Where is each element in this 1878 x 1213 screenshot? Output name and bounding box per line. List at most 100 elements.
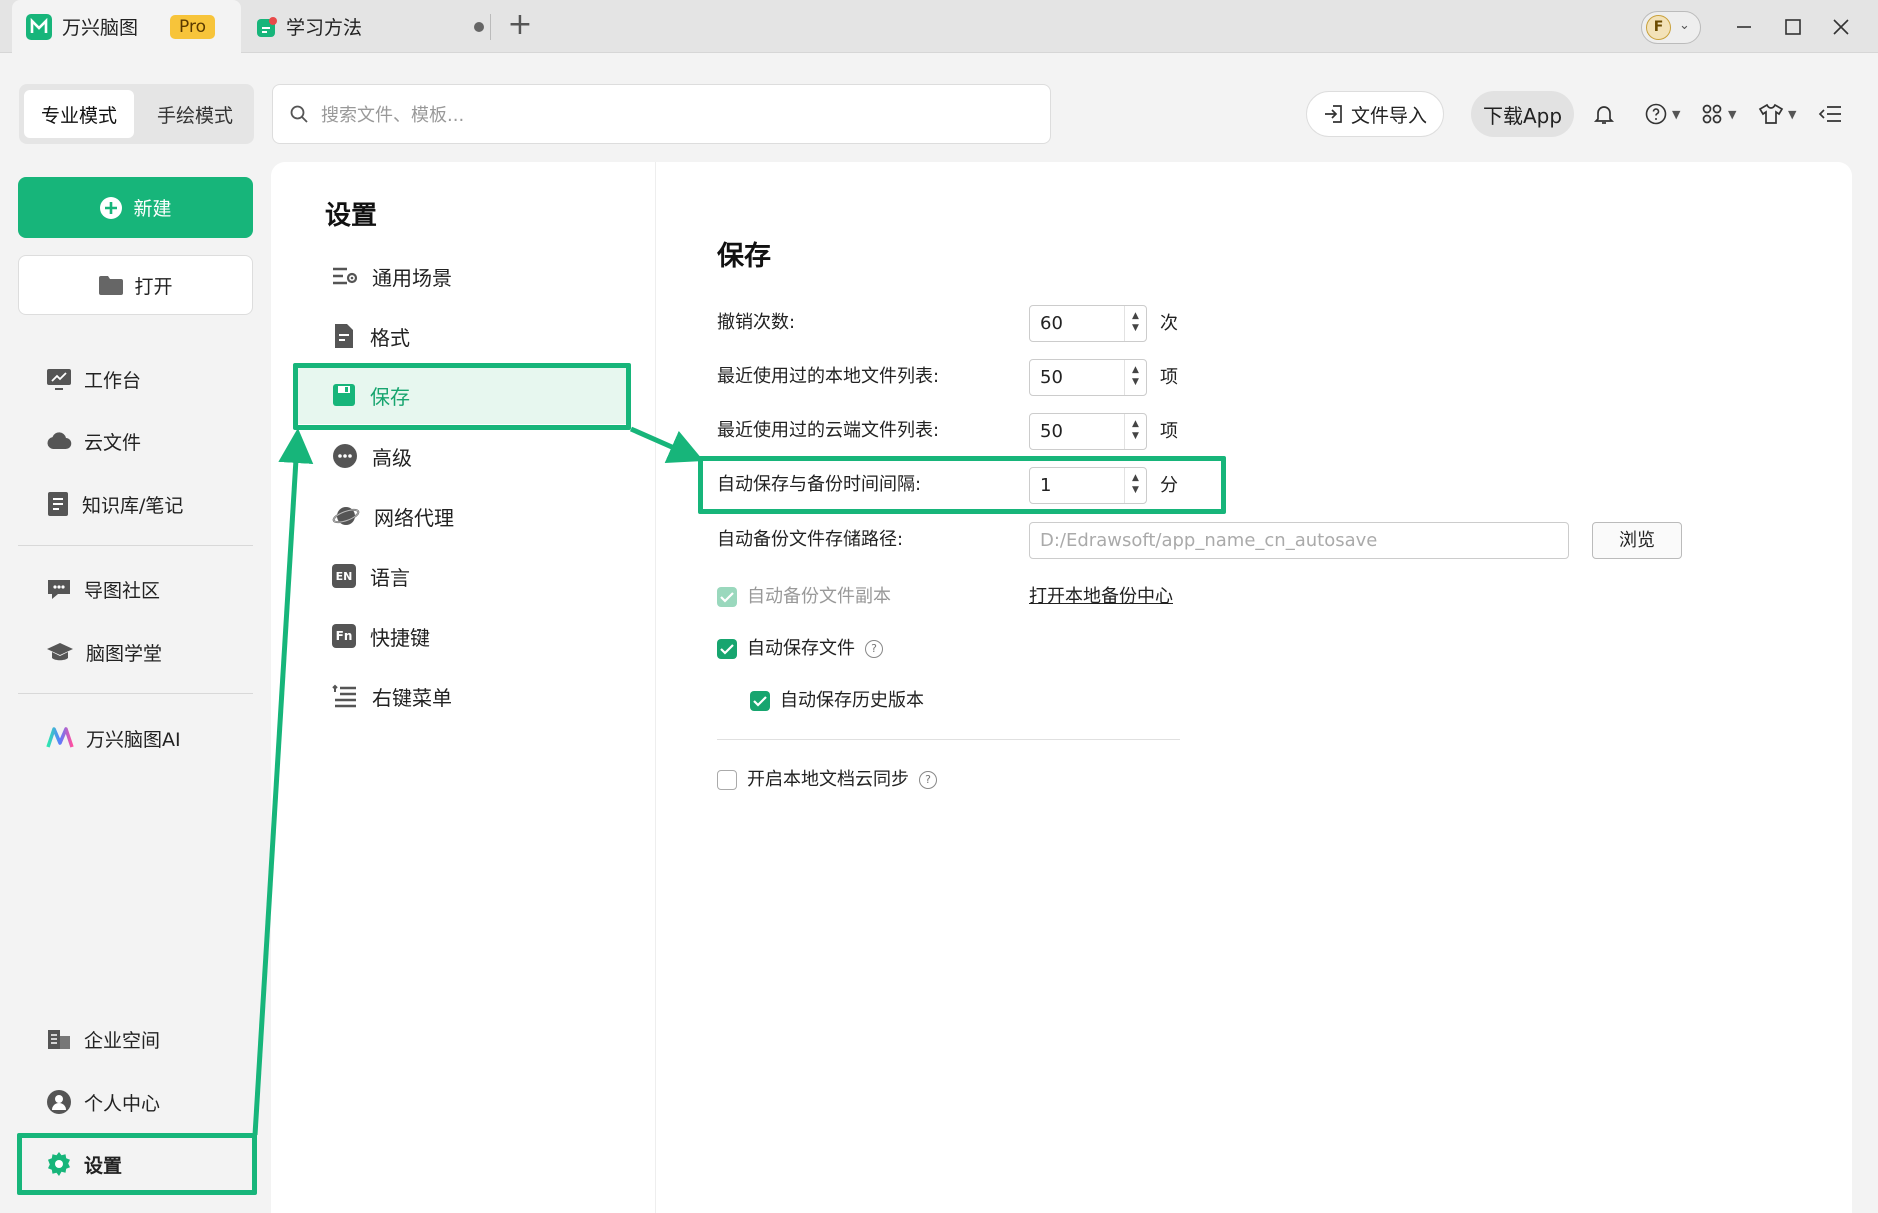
sidebar-item-label: 知识库/笔记 bbox=[82, 494, 184, 517]
new-label: 新建 bbox=[133, 198, 172, 220]
account-menu[interactable]: F ⌄ bbox=[1641, 11, 1701, 44]
context-menu-icon bbox=[332, 684, 358, 708]
app-logo-icon bbox=[26, 13, 52, 40]
open-backup-center-link[interactable]: 打开本地备份中心 bbox=[1029, 585, 1173, 609]
open-file-button[interactable]: 打开 bbox=[18, 255, 253, 315]
settings-item-language[interactable]: EN 语言 bbox=[294, 547, 631, 605]
autosave-interval-value: 1 bbox=[1040, 475, 1052, 496]
stepper-arrows-icon[interactable]: ▲ ▼ bbox=[1124, 468, 1146, 503]
close-button[interactable] bbox=[1826, 12, 1856, 42]
sidebar-item-profile[interactable]: 个人中心 bbox=[18, 1076, 253, 1128]
settings-item-format[interactable]: 格式 bbox=[294, 307, 631, 365]
sidebar-item-label: 万兴脑图AI bbox=[86, 728, 181, 751]
settings-item-save[interactable]: 保存 bbox=[294, 366, 631, 424]
settings-item-proxy[interactable]: 网络代理 bbox=[294, 487, 631, 545]
help-icon[interactable]: ? bbox=[865, 640, 883, 658]
help-icon[interactable]: ? bbox=[919, 771, 937, 789]
sidebar-item-label: 工作台 bbox=[84, 369, 142, 392]
enterprise-icon bbox=[46, 1027, 72, 1051]
autosave-interval-stepper[interactable]: 1 ▲ ▼ bbox=[1029, 467, 1147, 504]
settings-item-label: 右键菜单 bbox=[372, 685, 452, 710]
minimize-button[interactable] bbox=[1729, 12, 1759, 42]
sidebar-item-workbench[interactable]: 工作台 bbox=[18, 353, 253, 405]
browse-button[interactable]: 浏览 bbox=[1592, 522, 1682, 559]
cloud-sync-checkbox[interactable] bbox=[717, 770, 737, 790]
tab-app-home[interactable]: 万兴脑图 Pro bbox=[12, 0, 241, 53]
collapse-panel-icon[interactable] bbox=[1817, 99, 1843, 129]
file-import-button[interactable]: 文件导入 bbox=[1306, 91, 1444, 137]
autosave-history-option[interactable]: 自动保存历史版本 bbox=[750, 689, 924, 713]
download-app-button[interactable]: 下载App bbox=[1471, 91, 1574, 137]
settings-item-general[interactable]: 通用场景 bbox=[294, 247, 631, 305]
search-input[interactable]: 搜索文件、模板... bbox=[272, 84, 1051, 144]
app-tab-label: 万兴脑图 bbox=[62, 17, 139, 39]
sidebar-item-ai[interactable]: 万兴脑图AI bbox=[18, 712, 253, 764]
settings-item-label: 保存 bbox=[370, 384, 410, 409]
autosave-file-checkbox[interactable] bbox=[717, 639, 737, 659]
user-icon bbox=[46, 1089, 72, 1115]
unsaved-dot-icon[interactable] bbox=[474, 21, 484, 32]
undo-count-stepper[interactable]: 60 ▲ ▼ bbox=[1029, 305, 1147, 342]
settings-item-label: 语言 bbox=[370, 565, 410, 590]
stepper-arrows-icon[interactable]: ▲ ▼ bbox=[1124, 360, 1146, 395]
sidebar-item-settings[interactable]: 设置 bbox=[18, 1138, 253, 1190]
mode-pro-button[interactable]: 专业模式 bbox=[24, 90, 134, 138]
recent-cloud-stepper[interactable]: 50 ▲ ▼ bbox=[1029, 413, 1147, 450]
new-file-button[interactable]: 新建 bbox=[18, 177, 253, 238]
pro-badge: Pro bbox=[170, 14, 215, 39]
sidebar-item-label: 个人中心 bbox=[84, 1092, 161, 1115]
stepper-arrows-icon[interactable]: ▲ ▼ bbox=[1124, 414, 1146, 449]
open-label: 打开 bbox=[134, 275, 173, 298]
sidebar-item-label: 企业空间 bbox=[84, 1029, 161, 1052]
settings-item-shortcuts[interactable]: Fn 快捷键 bbox=[294, 607, 631, 665]
sidebar-item-enterprise[interactable]: 企业空间 bbox=[18, 1013, 253, 1065]
sidebar-item-cloud[interactable]: 云文件 bbox=[18, 415, 253, 467]
mode-hand-drawn-button[interactable]: 手绘模式 bbox=[140, 90, 250, 138]
format-icon bbox=[332, 323, 356, 349]
sidebar-item-knowledge[interactable]: 知识库/笔记 bbox=[18, 478, 253, 530]
backup-copy-checkbox bbox=[717, 587, 737, 607]
graduation-cap-icon bbox=[46, 640, 74, 664]
autosave-history-checkbox[interactable] bbox=[750, 691, 770, 711]
recent-local-value: 50 bbox=[1040, 367, 1063, 388]
help-menu[interactable]: ▼ bbox=[1644, 99, 1680, 129]
settings-item-advanced[interactable]: 高级 bbox=[294, 427, 631, 485]
import-label: 文件导入 bbox=[1350, 104, 1427, 127]
undo-count-unit: 次 bbox=[1160, 313, 1178, 334]
gear-icon bbox=[46, 1151, 72, 1177]
search-placeholder: 搜索文件、模板... bbox=[321, 105, 465, 126]
sidebar-item-community[interactable]: 导图社区 bbox=[18, 563, 253, 615]
backup-path-input[interactable]: D:/Edrawsoft/app_name_cn_autosave bbox=[1029, 522, 1569, 559]
settings-item-label: 通用场景 bbox=[372, 265, 452, 290]
tab-document[interactable]: 学习方法 bbox=[256, 0, 496, 53]
save-icon bbox=[332, 383, 356, 407]
sidebar-divider bbox=[18, 545, 253, 546]
maximize-button[interactable] bbox=[1778, 12, 1808, 42]
doc-tab-label: 学习方法 bbox=[286, 17, 363, 39]
skin-menu[interactable]: ▼ bbox=[1758, 99, 1796, 129]
apps-menu[interactable]: ▼ bbox=[1700, 99, 1736, 129]
avatar: F bbox=[1646, 15, 1671, 40]
notebook-icon bbox=[46, 491, 70, 517]
settings-item-label: 快捷键 bbox=[370, 625, 430, 650]
language-icon: EN bbox=[332, 564, 356, 588]
sidebar-item-academy[interactable]: 脑图学堂 bbox=[18, 626, 253, 678]
tab-separator bbox=[490, 14, 491, 40]
backup-copy-label: 自动备份文件副本 bbox=[747, 586, 891, 607]
settings-item-context-menu[interactable]: 右键菜单 bbox=[294, 667, 631, 725]
backup-copy-option: 自动备份文件副本 bbox=[717, 585, 891, 609]
notification-bell-icon[interactable] bbox=[1592, 99, 1616, 129]
cloud-sync-option[interactable]: 开启本地文档云同步 ? bbox=[717, 768, 937, 792]
new-tab-button[interactable]: + bbox=[504, 10, 536, 42]
sidebar-item-label: 导图社区 bbox=[84, 579, 161, 602]
autosave-interval-label: 自动保存与备份时间间隔: bbox=[717, 474, 922, 495]
sidebar-item-label: 云文件 bbox=[84, 431, 142, 454]
shortcut-icon: Fn bbox=[332, 624, 356, 648]
recent-local-stepper[interactable]: 50 ▲ ▼ bbox=[1029, 359, 1147, 396]
caret-down-icon: ▼ bbox=[1728, 107, 1737, 121]
autosave-file-option[interactable]: 自动保存文件 ? bbox=[717, 637, 883, 661]
stepper-arrows-icon[interactable]: ▲ ▼ bbox=[1124, 306, 1146, 341]
network-icon bbox=[332, 504, 360, 528]
sidebar-item-label: 设置 bbox=[84, 1154, 123, 1177]
ai-logo-icon bbox=[46, 726, 74, 750]
